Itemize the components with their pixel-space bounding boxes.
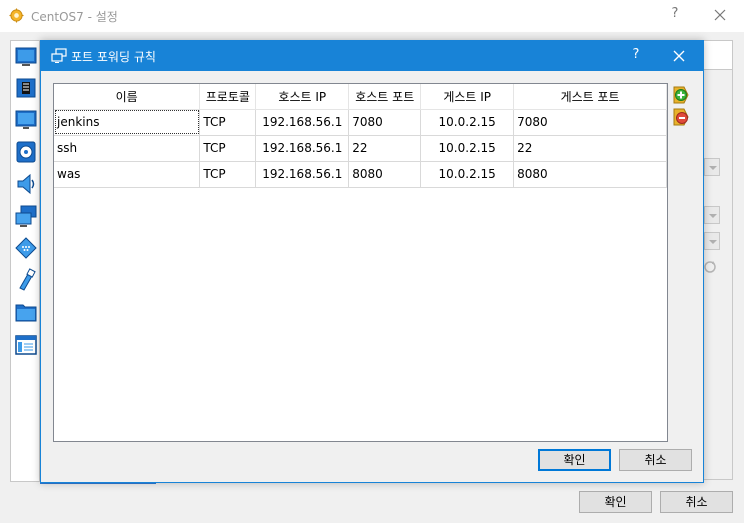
network-icon[interactable] bbox=[14, 204, 38, 228]
rule-guest-port-cell[interactable]: 7080 bbox=[513, 109, 667, 136]
table-row[interactable]: jenkins TCP 192.168.56.1 7080 10.0.2.15 … bbox=[54, 109, 667, 136]
rule-host-ip-cell[interactable]: 192.168.56.1 bbox=[255, 161, 350, 188]
hidden-dropdown-arrow[interactable] bbox=[704, 232, 720, 250]
column-header-guest-ip[interactable]: 게스트 IP bbox=[420, 84, 515, 110]
rule-host-port-cell[interactable]: 22 bbox=[348, 135, 422, 162]
column-header-host-ip[interactable]: 호스트 IP bbox=[255, 84, 350, 110]
settings-window-title: CentOS7 - 설정 bbox=[31, 10, 118, 24]
settings-header-strip bbox=[700, 40, 733, 70]
display-icon[interactable] bbox=[14, 45, 38, 69]
rule-protocol-cell[interactable]: TCP bbox=[199, 161, 257, 188]
settings-close-icon[interactable] bbox=[710, 5, 730, 25]
audio-speaker-icon[interactable] bbox=[14, 172, 38, 196]
rule-name-cell[interactable]: jenkins bbox=[54, 109, 201, 136]
virtualbox-app-icon bbox=[9, 8, 24, 23]
rule-host-ip-cell[interactable]: 192.168.56.1 bbox=[255, 135, 350, 162]
rule-guest-ip-cell[interactable]: 10.0.2.15 bbox=[420, 135, 515, 162]
add-rule-icon[interactable] bbox=[671, 85, 691, 105]
serial-port-icon[interactable] bbox=[14, 236, 38, 260]
port-forwarding-dialog: 포트 포워딩 규칙 ? 이름 프로토콜 호스트 IP 호스트 포트 게스트 IP… bbox=[40, 40, 704, 483]
rule-host-port-cell[interactable]: 7080 bbox=[348, 109, 422, 136]
table-row[interactable]: was TCP 192.168.56.1 8080 10.0.2.15 8080 bbox=[54, 161, 667, 188]
rule-guest-port-cell[interactable]: 22 bbox=[513, 135, 667, 162]
rule-protocol-cell[interactable]: TCP bbox=[199, 109, 257, 136]
shared-folder-icon[interactable] bbox=[14, 300, 38, 324]
settings-titlebar: CentOS7 - 설정 ? bbox=[0, 0, 744, 32]
rule-host-port-cell[interactable]: 8080 bbox=[348, 161, 422, 188]
rule-protocol-cell[interactable]: TCP bbox=[199, 135, 257, 162]
column-header-guest-port[interactable]: 게스트 포트 bbox=[513, 84, 667, 110]
hidden-dropdown-arrow[interactable] bbox=[704, 158, 720, 176]
table-header-row: 이름 프로토콜 호스트 IP 호스트 포트 게스트 IP 게스트 포트 bbox=[54, 84, 667, 110]
settings-help-button[interactable]: ? bbox=[666, 6, 684, 24]
rule-name-cell[interactable]: was bbox=[54, 161, 201, 188]
rule-guest-ip-cell[interactable]: 10.0.2.15 bbox=[420, 109, 515, 136]
dialog-cancel-button[interactable]: 취소 bbox=[619, 449, 692, 471]
column-header-protocol[interactable]: 프로토콜 bbox=[199, 84, 257, 110]
network-ports-icon bbox=[51, 48, 67, 63]
rule-guest-ip-cell[interactable]: 10.0.2.15 bbox=[420, 161, 515, 188]
table-row[interactable]: ssh TCP 192.168.56.1 22 10.0.2.15 22 bbox=[54, 135, 667, 162]
dialog-help-button[interactable]: ? bbox=[627, 47, 645, 65]
usb-icon[interactable] bbox=[14, 268, 38, 292]
dialog-titlebar: 포트 포워딩 규칙 ? bbox=[41, 41, 703, 71]
dialog-ok-button[interactable]: 확인 bbox=[538, 449, 611, 471]
dialog-close-icon[interactable] bbox=[669, 46, 689, 66]
rule-name-cell[interactable]: ssh bbox=[54, 135, 201, 162]
hidden-dropdown-arrow[interactable] bbox=[704, 206, 720, 224]
settings-cancel-button[interactable]: 취소 bbox=[660, 491, 733, 513]
column-header-host-port[interactable]: 호스트 포트 bbox=[348, 84, 422, 110]
rule-host-ip-cell[interactable]: 192.168.56.1 bbox=[255, 109, 350, 136]
remove-rule-icon[interactable] bbox=[671, 107, 691, 127]
settings-category-sidebar bbox=[10, 40, 40, 482]
settings-ok-button[interactable]: 확인 bbox=[579, 491, 652, 513]
column-header-name[interactable]: 이름 bbox=[54, 84, 201, 110]
port-forwarding-rules-table[interactable]: 이름 프로토콜 호스트 IP 호스트 포트 게스트 IP 게스트 포트 jenk… bbox=[53, 83, 668, 442]
user-interface-icon[interactable] bbox=[14, 333, 38, 357]
rule-guest-port-cell[interactable]: 8080 bbox=[513, 161, 667, 188]
optical-disc-icon[interactable] bbox=[14, 140, 38, 164]
refresh-mac-icon[interactable] bbox=[702, 259, 718, 275]
system-monitor-icon[interactable] bbox=[14, 108, 38, 132]
dialog-title: 포트 포워딩 규칙 bbox=[71, 50, 156, 64]
storage-chip-icon[interactable] bbox=[14, 76, 38, 100]
